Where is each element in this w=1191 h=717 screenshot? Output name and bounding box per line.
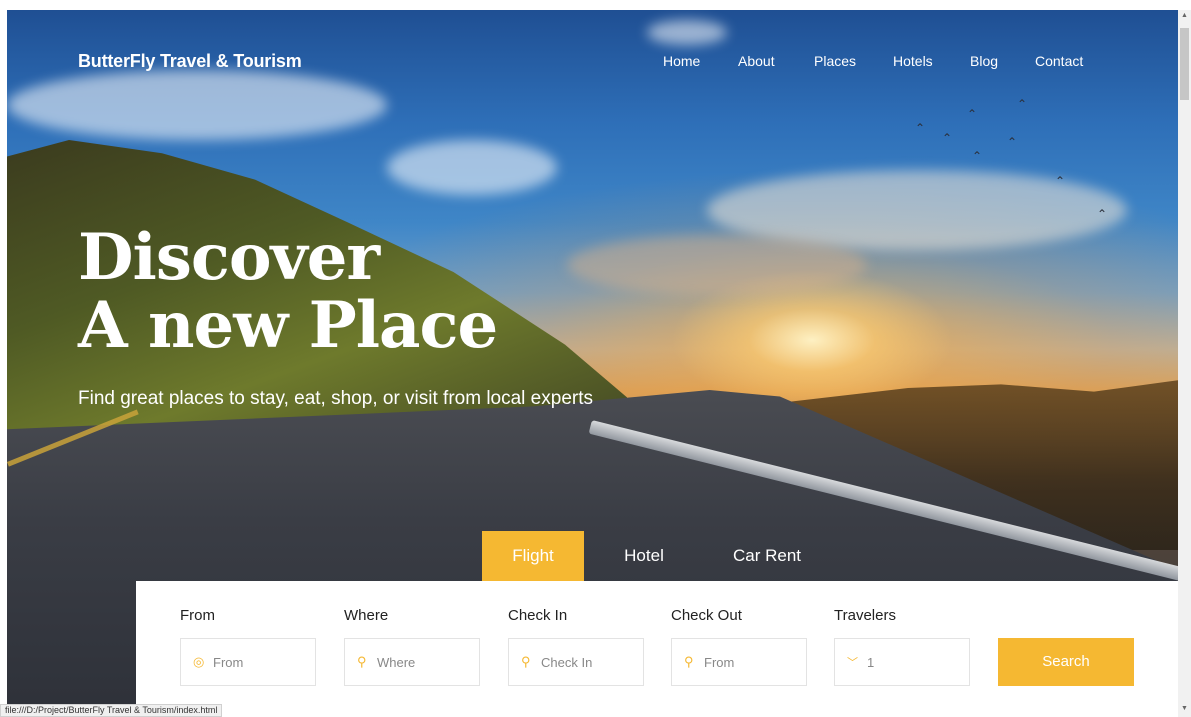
scroll-up-icon[interactable]: ▲ xyxy=(1178,12,1191,19)
cloud xyxy=(647,20,727,45)
check-out-label: Check Out xyxy=(671,607,742,624)
nav-item-places[interactable]: Places xyxy=(814,53,856,69)
nav-item-home[interactable]: Home xyxy=(663,53,700,69)
check-out-input[interactable]: ⚲ From xyxy=(671,638,807,686)
nav-item-hotels[interactable]: Hotels xyxy=(893,53,933,69)
hero-headline-line-2: A new Place xyxy=(78,288,498,363)
where-input[interactable]: ⚲ Where xyxy=(344,638,480,686)
check-out-input-placeholder: From xyxy=(704,654,735,670)
map-pin-icon: ⚲ xyxy=(357,654,367,669)
travelers-select[interactable]: ﹀ 1 xyxy=(834,638,970,686)
bird-icon: ⌃ xyxy=(972,149,983,163)
chevron-down-icon: ﹀ xyxy=(847,657,858,669)
hero-subheadline: Find great places to stay, eat, shop, or… xyxy=(78,388,593,409)
nav-item-about[interactable]: About xyxy=(738,53,775,69)
nav-item-blog[interactable]: Blog xyxy=(970,53,998,69)
from-label: From xyxy=(180,607,215,624)
from-input-placeholder: From xyxy=(213,654,244,670)
status-bar-url: file:///D:/Project/ButterFly Travel & To… xyxy=(0,704,223,717)
nav-item-contact[interactable]: Contact xyxy=(1035,53,1083,69)
hero-headline-line-1: Discover xyxy=(78,220,380,295)
scroll-down-icon[interactable]: ▼ xyxy=(1178,705,1191,712)
check-in-input[interactable]: ⚲ Check In xyxy=(508,638,644,686)
check-in-input-placeholder: Check In xyxy=(541,654,593,670)
search-button[interactable]: Search xyxy=(998,638,1134,686)
where-input-placeholder: Where xyxy=(377,654,416,670)
travelers-label: Travelers xyxy=(834,607,896,624)
travelers-select-value: 1 xyxy=(867,654,875,670)
tab-hotel[interactable]: Hotel xyxy=(600,531,688,581)
tab-flight[interactable]: Flight xyxy=(482,531,584,581)
from-input[interactable]: ◎ From xyxy=(180,638,316,686)
map-pin-icon: ⚲ xyxy=(684,654,694,669)
hero-headline: Discover A new Place xyxy=(78,220,498,363)
cloud xyxy=(567,235,867,295)
target-icon: ◎ xyxy=(193,654,205,669)
main-nav: Home About Places Hotels Blog Contact xyxy=(0,53,1191,73)
tab-car-rent[interactable]: Car Rent xyxy=(716,531,818,581)
bird-icon: ⌃ xyxy=(967,107,978,121)
scroll-thumb[interactable] xyxy=(1180,28,1189,100)
bird-icon: ⌃ xyxy=(1097,207,1108,221)
cloud xyxy=(7,70,387,140)
bird-icon: ⌃ xyxy=(915,121,926,135)
scrollbar[interactable]: ▲ ▼ xyxy=(1178,10,1191,717)
cloud xyxy=(387,140,557,195)
check-in-label: Check In xyxy=(508,607,568,624)
bird-icon: ⌃ xyxy=(1017,97,1028,111)
where-label: Where xyxy=(344,607,389,624)
bird-icon: ⌃ xyxy=(1055,174,1066,188)
bird-icon: ⌃ xyxy=(942,131,953,145)
map-pin-icon: ⚲ xyxy=(521,654,531,669)
bird-icon: ⌃ xyxy=(1007,135,1018,149)
